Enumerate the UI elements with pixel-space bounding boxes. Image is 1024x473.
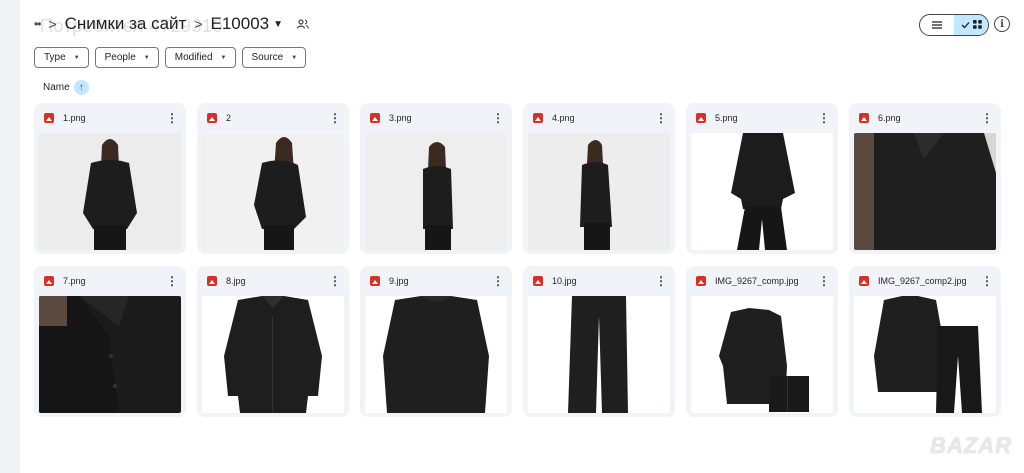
file-name: 6.png — [878, 113, 901, 123]
file-card[interactable]: 9.jpg ⋮ — [360, 266, 512, 417]
file-thumbnail — [365, 296, 507, 413]
dropdown-arrow-icon: ▼ — [143, 54, 150, 61]
filter-source[interactable]: Source ▼ — [241, 47, 307, 68]
image-file-icon — [44, 276, 54, 286]
drive-panel: Потребител 4729310 •• > Снимки за сайт >… — [20, 0, 1024, 473]
file-thumbnail — [691, 133, 833, 250]
file-card[interactable]: IMG_9267_comp.jpg ⋮ — [686, 266, 838, 417]
file-name: 1.png — [63, 113, 86, 123]
image-file-icon — [859, 276, 869, 286]
info-icon[interactable]: i — [994, 16, 1010, 32]
grid-icon — [972, 16, 982, 34]
file-thumbnail — [39, 296, 181, 413]
file-thumbnail — [528, 133, 670, 250]
file-card[interactable]: 3.png ⋮ — [360, 103, 512, 254]
chevron-right-icon: > — [48, 16, 57, 32]
file-thumbnail — [39, 133, 181, 250]
more-options-icon[interactable]: ⋮ — [166, 275, 178, 287]
filter-modified[interactable]: Modified ▼ — [164, 47, 236, 68]
sort-label: Name — [43, 82, 70, 93]
breadcrumb: •• > Снимки за сайт > E10003 ▼ — [34, 10, 309, 38]
more-options-icon[interactable]: ⋮ — [166, 112, 178, 124]
file-name: 5.png — [715, 113, 738, 123]
file-name: 9.jpg — [389, 276, 409, 286]
file-card[interactable]: 7.png ⋮ — [34, 266, 186, 417]
filter-type[interactable]: Type ▼ — [34, 47, 89, 68]
view-toggle — [919, 14, 989, 36]
filter-bar: Type ▼ People ▼ Modified ▼ Source ▼ — [34, 47, 307, 68]
more-options-icon[interactable]: ⋮ — [492, 275, 504, 287]
file-name: 7.png — [63, 276, 86, 286]
image-file-icon — [370, 276, 380, 286]
file-name: IMG_9267_comp2.jpg — [878, 276, 967, 286]
file-thumbnail — [365, 133, 507, 250]
more-options-icon[interactable]: ⋮ — [329, 275, 341, 287]
file-name: 3.png — [389, 113, 412, 123]
caret-down-icon[interactable]: ▼ — [273, 19, 283, 30]
filter-people[interactable]: People ▼ — [94, 47, 159, 68]
file-card[interactable]: 10.jpg ⋮ — [523, 266, 675, 417]
image-file-icon — [533, 276, 543, 286]
more-options-icon[interactable]: ⋮ — [818, 112, 830, 124]
list-view-button[interactable] — [920, 15, 954, 35]
sort-control[interactable]: Name ↑ — [43, 80, 89, 95]
file-card[interactable]: 2 ⋮ — [197, 103, 349, 254]
file-card[interactable]: 5.png ⋮ — [686, 103, 838, 254]
breadcrumb-current-folder[interactable]: E10003 — [211, 14, 270, 34]
file-thumbnail — [691, 296, 833, 413]
filter-label: Source — [251, 52, 284, 63]
file-card[interactable]: IMG_9267_comp2.jpg ⋮ — [849, 266, 1001, 417]
breadcrumb-parent-folder[interactable]: Снимки за сайт — [65, 14, 187, 34]
arrow-up-icon[interactable]: ↑ — [73, 80, 89, 95]
file-name: 4.png — [552, 113, 575, 123]
shared-folder-icon — [297, 19, 309, 29]
file-name: IMG_9267_comp.jpg — [715, 276, 799, 286]
file-name: 10.jpg — [552, 276, 577, 286]
image-file-icon — [370, 113, 380, 123]
grid-view-button[interactable] — [954, 15, 988, 35]
list-icon — [932, 16, 942, 34]
image-file-icon — [859, 113, 869, 123]
bazar-logo: BAZAR — [930, 433, 1012, 458]
dropdown-arrow-icon: ▼ — [73, 54, 80, 61]
image-file-icon — [207, 276, 217, 286]
filter-label: Modified — [174, 52, 213, 63]
image-file-icon — [207, 113, 217, 123]
file-card[interactable]: 6.png ⋮ — [849, 103, 1001, 254]
file-card[interactable]: 1.png ⋮ — [34, 103, 186, 254]
more-options-icon[interactable]: ⋮ — [655, 112, 667, 124]
more-options-icon[interactable]: ⋮ — [492, 112, 504, 124]
more-options-icon[interactable]: ⋮ — [655, 275, 667, 287]
image-file-icon — [696, 276, 706, 286]
check-icon — [961, 16, 970, 34]
file-card[interactable]: 4.png ⋮ — [523, 103, 675, 254]
file-name: 2 — [226, 113, 232, 123]
more-options-icon[interactable]: ⋮ — [818, 275, 830, 287]
file-thumbnail — [202, 296, 344, 413]
filter-label: People — [104, 52, 136, 63]
file-thumbnail — [854, 133, 996, 250]
filter-label: Type — [44, 52, 66, 63]
file-thumbnail — [854, 296, 996, 413]
image-file-icon — [696, 113, 706, 123]
chevron-right-icon: > — [194, 16, 203, 32]
file-thumbnail — [528, 296, 670, 413]
image-file-icon — [44, 113, 54, 123]
more-options-icon[interactable]: ⋮ — [329, 112, 341, 124]
more-options-icon[interactable]: ⋮ — [981, 275, 993, 287]
breadcrumb-more-button[interactable]: •• — [34, 17, 41, 31]
image-file-icon — [533, 113, 543, 123]
more-options-icon[interactable]: ⋮ — [981, 112, 993, 124]
file-grid: 1.png ⋮ 2 ⋮ 3.png ⋮ 4.png ⋮ 5.png ⋮ 6.pn… — [34, 103, 1001, 417]
file-thumbnail — [202, 133, 344, 250]
dropdown-arrow-icon: ▼ — [220, 54, 227, 61]
dropdown-arrow-icon: ▼ — [291, 54, 298, 61]
file-name: 8.jpg — [226, 276, 246, 286]
file-card[interactable]: 8.jpg ⋮ — [197, 266, 349, 417]
